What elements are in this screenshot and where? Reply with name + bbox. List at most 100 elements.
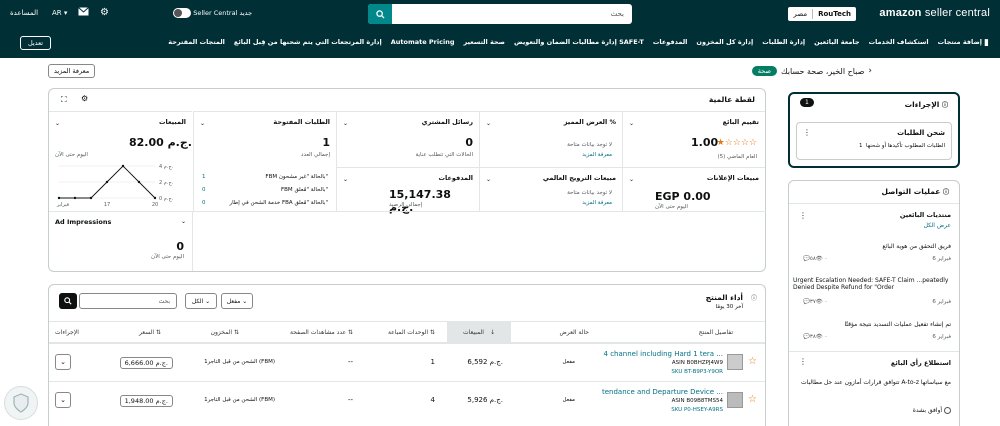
sort-icon: ⇅ bbox=[429, 328, 435, 336]
actions-dropdown[interactable]: ⌄ bbox=[55, 354, 71, 370]
settings-sliders-icon[interactable]: ⚙ bbox=[81, 94, 88, 103]
chevron-down-icon[interactable]: ⌄ bbox=[486, 176, 491, 183]
nav-item-manage-orders[interactable]: إدارة الطلبات bbox=[762, 38, 805, 46]
info-icon[interactable]: ⓘ bbox=[942, 102, 948, 109]
nav-item-explore-services[interactable]: استكشاف الخدمات bbox=[869, 38, 929, 46]
filter-active-dropdown[interactable]: مفعل ⌄ bbox=[221, 293, 253, 309]
product-title-link[interactable]: tendance and Departure Device ... bbox=[602, 388, 723, 396]
actions-count-badge: 1 bbox=[800, 98, 814, 107]
nav-item-payments[interactable]: المدفوعات bbox=[653, 38, 688, 46]
product-thumbnail[interactable] bbox=[727, 392, 743, 408]
search-button[interactable] bbox=[59, 293, 77, 309]
survey-option[interactable]: أوافق بشدة bbox=[913, 407, 951, 414]
radio-icon[interactable] bbox=[944, 407, 951, 414]
shield-icon[interactable] bbox=[4, 386, 38, 420]
nav-item-returns[interactable]: إدارة المرتجعات التي يتم شحنها من قِبل ا… bbox=[234, 38, 382, 46]
forum-post-title[interactable]: تم إنشاء تفعيل عمليات التسديد نتيجة مؤقت… bbox=[801, 321, 951, 328]
featured-offer-card[interactable]: العرض المميز % ⌄ لا توجد بيانات متاحة مع… bbox=[479, 111, 622, 167]
help-link[interactable]: المساعدة bbox=[10, 9, 38, 17]
star-outline-icon[interactable]: ☆ bbox=[748, 356, 757, 367]
data-point[interactable] bbox=[137, 180, 141, 184]
info-icon[interactable]: ⓘ bbox=[943, 189, 949, 196]
ship-orders-card[interactable]: شحن الطلبات ⋮ الطلبات المطلوب تأكيدها أو… bbox=[796, 122, 952, 160]
col-price[interactable]: السعر ⇅ bbox=[139, 321, 161, 343]
col-inventory[interactable]: المخزون ⇅ bbox=[211, 321, 239, 343]
snapshot-title: لقطة عالمية bbox=[708, 95, 755, 104]
actions-dropdown[interactable]: ⌄ bbox=[55, 392, 71, 408]
product-search-input[interactable]: بحث bbox=[79, 293, 177, 309]
x-tick-label: 20 bbox=[152, 202, 158, 208]
chevron-down-icon[interactable]: ⌄ bbox=[629, 120, 634, 127]
fullscreen-icon[interactable]: ⛶ bbox=[61, 95, 67, 105]
forums-title: منتديات البائعين bbox=[899, 211, 951, 219]
more-options-icon[interactable]: ⋮ bbox=[799, 211, 807, 220]
col-units-sold[interactable]: الوحدات المباعة ⇅ bbox=[388, 321, 435, 343]
sort-icon: ⇅ bbox=[233, 328, 239, 336]
chevron-down-icon[interactable]: ⌄ bbox=[486, 120, 491, 127]
mail-icon[interactable] bbox=[78, 7, 89, 18]
chevron-down-icon[interactable]: ⌄ bbox=[181, 218, 186, 225]
forum-post-meta: 💬 ٠ 👁٥٨ bbox=[803, 256, 828, 262]
forum-post-title[interactable]: فريق التحقق من هوية البائع bbox=[801, 243, 951, 250]
language-selector[interactable]: AR ▾ bbox=[52, 9, 67, 17]
sales-card[interactable]: المبيعات ⌄ 82.00 ج.م. اليوم حتى الآن 4 ج… bbox=[49, 111, 192, 211]
ad-impressions-card[interactable]: Ad Impressions ⌄ 0 اليوم حتى الآن bbox=[49, 211, 192, 271]
inventory-value: 1الشحن من قبل التاجر (FBM) bbox=[204, 359, 275, 365]
seller-feedback-card[interactable]: تقييم البائع ⌄ 1.00 ★☆☆☆☆ العام الماضي (… bbox=[622, 111, 765, 167]
forum-post-date: فبراير 6 bbox=[932, 256, 951, 262]
nav-item-automate-pricing[interactable]: Automate Pricing bbox=[391, 38, 455, 46]
nav-item-add-products[interactable]: إضافة منتجات bbox=[938, 38, 982, 46]
col-page-views[interactable]: عدد مشاهدات الصفحة ⇅ bbox=[290, 321, 353, 343]
open-orders-card[interactable]: الطلبات المفتوحة ⌄ 1 إجمالي العدد FBM با… bbox=[193, 111, 336, 211]
search-input[interactable]: بحث bbox=[392, 10, 632, 18]
seller-central-toggle[interactable]: Seller Central جديد bbox=[173, 8, 252, 18]
info-icon[interactable]: ⓘ bbox=[751, 293, 757, 302]
chevron-down-icon[interactable]: ⌄ bbox=[200, 120, 205, 127]
star-outline-icon[interactable]: ☆ bbox=[748, 394, 757, 405]
nav-item-suggested-products[interactable]: المتجات المقترحة bbox=[168, 38, 225, 46]
brand-logo[interactable]: amazon seller central bbox=[879, 7, 990, 19]
col-sales[interactable]: المبيعات ↓ bbox=[447, 321, 511, 343]
chevron-down-icon[interactable]: ⌄ bbox=[343, 120, 348, 127]
product-thumbnail[interactable] bbox=[727, 354, 743, 370]
data-point[interactable] bbox=[105, 180, 109, 184]
data-point[interactable] bbox=[73, 196, 77, 200]
view-all-link[interactable]: عرض الكل bbox=[924, 222, 951, 229]
col-offer-status[interactable]: حالة العرض bbox=[560, 321, 589, 343]
filter-all-dropdown[interactable]: الكل ⌄ bbox=[185, 293, 217, 309]
health-badge[interactable]: صحة bbox=[751, 66, 777, 76]
actions-title: الإجراءات ⓘ bbox=[904, 100, 948, 109]
nav-item-pricing-health[interactable]: صحة التسعير bbox=[463, 38, 504, 46]
learn-more-button[interactable]: معرفة المزيد bbox=[48, 64, 96, 78]
nav-item-seller-university[interactable]: جامعة البائعين bbox=[814, 38, 859, 46]
chevron-right-icon[interactable]: › bbox=[868, 66, 872, 76]
edit-nav-button[interactable]: تعديل bbox=[20, 36, 52, 50]
chevron-down-icon[interactable]: ⌄ bbox=[55, 120, 60, 127]
global-promo-card[interactable]: مبيعات الترويج العالمي ⌄ لا توجد بيانات … bbox=[479, 167, 622, 211]
col-product-details[interactable]: تفاصيل المنتج bbox=[699, 321, 733, 343]
toggle-switch[interactable] bbox=[173, 8, 191, 18]
gear-icon[interactable]: ⚙ bbox=[100, 7, 109, 18]
search-button[interactable] bbox=[368, 4, 392, 24]
col-actions: الإجراءات bbox=[55, 328, 79, 336]
buyer-messages-card[interactable]: رسائل المشتري ⌄ 0 الحالات التي تتطلب عنا… bbox=[336, 111, 479, 167]
data-point[interactable] bbox=[89, 196, 93, 200]
ad-sales-card[interactable]: مبيعات الإعلانات ⌄ EGP 0.00 اليوم حتى ال… bbox=[622, 167, 765, 211]
forum-post-title[interactable]: Urgent Escalation Needed: SAFE-T Claim .… bbox=[793, 277, 951, 291]
bookmark-icon[interactable]: ▮ bbox=[984, 38, 989, 48]
survey-question: تتوافق قرارات أمازون عند حل مطالبات A-to… bbox=[801, 379, 952, 386]
store-switcher[interactable]: مصر RouTech bbox=[788, 7, 856, 21]
price-input[interactable]: 6,666.00 ج.م. bbox=[119, 357, 173, 369]
chevron-down-icon[interactable]: ⌄ bbox=[629, 176, 634, 183]
nav-item-safet[interactable]: إدارة مطالبات الضمان والتعويض SAFE-T bbox=[514, 38, 644, 46]
data-point[interactable] bbox=[57, 196, 61, 200]
data-point[interactable] bbox=[153, 196, 157, 200]
chevron-down-icon[interactable]: ⌄ bbox=[343, 176, 348, 183]
price-input[interactable]: 1,948.00 ج.م. bbox=[119, 395, 173, 407]
more-options-icon[interactable]: ⋮ bbox=[803, 128, 811, 137]
nav-item-manage-inventory[interactable]: إدارة كل المخزون bbox=[696, 38, 753, 46]
product-title-link[interactable]: 4 channel including Hard 1 tera ... bbox=[604, 350, 723, 358]
payments-card[interactable]: المدفوعات ⌄ 15,147.38 ج.م. إجمالي الرصيد bbox=[336, 167, 479, 214]
data-point[interactable] bbox=[121, 164, 125, 168]
more-options-icon[interactable]: ⋮ bbox=[799, 357, 807, 366]
